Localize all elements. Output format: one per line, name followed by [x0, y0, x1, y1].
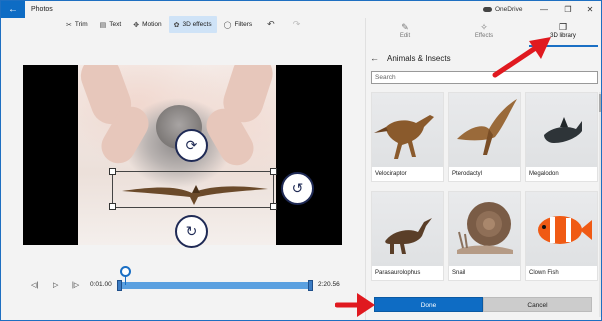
playhead-knob[interactable]	[120, 266, 131, 277]
text-button[interactable]: ▤ Text	[95, 16, 127, 33]
library-item-parasaurolophus[interactable]: Parasaurolophus	[371, 191, 444, 281]
annotation-arrow-3d-library	[492, 37, 551, 78]
annotation-arrow-done	[335, 293, 375, 317]
library-item-snail[interactable]: Snail	[448, 191, 521, 281]
text-label: Text	[109, 21, 122, 28]
pterodactyl-thumbnail	[449, 93, 520, 167]
megalodon-thumbnail	[526, 93, 597, 167]
filters-label: Filters	[234, 21, 253, 28]
library-item-pterodactyl[interactable]: Pterodactyl	[448, 92, 521, 182]
rotate-depth-icon[interactable]: ↻	[175, 215, 208, 248]
effects-panel: ✎ Edit ✧ Effects ❒ 3D library ← Animals & I…	[365, 18, 601, 320]
trim-button[interactable]: ✂ Trim	[61, 16, 93, 33]
play-icon[interactable]: ▷	[53, 281, 58, 289]
3d-effects-icon: ✿	[173, 21, 180, 29]
velociraptor-thumbnail	[372, 93, 443, 167]
parasaurolophus-thumbnail	[372, 192, 443, 266]
motion-icon: ✥	[133, 21, 140, 29]
maximize-button[interactable]: ❐	[557, 1, 579, 18]
item-label: Pterodactyl	[449, 167, 520, 181]
resize-handle-bottom-left[interactable]	[109, 203, 116, 210]
app-title: Photos	[31, 6, 53, 13]
item-label: Velociraptor	[372, 167, 443, 181]
resize-handle-bottom-right[interactable]	[270, 203, 277, 210]
search-input[interactable]: Search	[371, 71, 598, 84]
trim-start-handle[interactable]	[117, 280, 122, 291]
minimize-button[interactable]: —	[533, 1, 555, 18]
model-selection-box[interactable]	[112, 171, 274, 208]
resize-handle-top-left[interactable]	[109, 168, 116, 175]
item-label: Parasaurolophus	[372, 266, 443, 280]
clown-fish-thumbnail	[526, 192, 597, 266]
cloud-icon	[483, 6, 492, 12]
library-item-velociraptor[interactable]: Velociraptor	[371, 92, 444, 182]
library-item-clown-fish[interactable]: Clown Fish	[525, 191, 598, 281]
tab-edit-label: Edit	[399, 33, 411, 39]
close-button[interactable]: ✕	[579, 1, 601, 18]
rotate-horizontal-icon[interactable]: ⟳	[175, 129, 208, 162]
motion-button[interactable]: ✥ Motion	[128, 16, 166, 33]
trim-label: Trim	[74, 21, 88, 28]
step-forward-icon[interactable]: |▷	[72, 281, 79, 289]
filters-button[interactable]: ◯ Filters	[219, 16, 258, 33]
resize-handle-top-right[interactable]	[270, 168, 277, 175]
timeline-track[interactable]	[119, 282, 313, 289]
undo-icon[interactable]: ↶	[259, 16, 283, 33]
category-title: Animals & Insects	[387, 54, 451, 63]
panel-tabs: ✎ Edit ✧ Effects ❒ 3D library	[366, 18, 601, 47]
item-label: Snail	[449, 266, 520, 280]
back-arrow-icon[interactable]: ←	[1, 1, 25, 18]
item-label: Megalodon	[526, 167, 597, 181]
pencil-icon: ✎	[401, 22, 409, 32]
category-back-icon[interactable]: ←	[370, 53, 379, 63]
library-item-megalodon[interactable]: Megalodon	[525, 92, 598, 182]
video-preview[interactable]: ⟳ ↺ ↻	[23, 65, 342, 248]
onedrive-label: OneDrive	[495, 6, 523, 13]
current-time: 0:01.00	[90, 281, 112, 288]
trim-end-handle[interactable]	[308, 280, 313, 291]
motion-label: Motion	[142, 21, 162, 28]
cancel-button[interactable]: Cancel	[483, 297, 592, 312]
edit-toolbar: ✂ Trim ▤ Text ✥ Motion ✿ 3D effects ◯ Filters…	[61, 15, 308, 34]
item-label: Clown Fish	[526, 266, 597, 280]
video-frame-kitten	[78, 65, 276, 245]
redo-icon[interactable]: ↷	[285, 16, 309, 33]
end-time: 2:20.56	[318, 281, 340, 288]
text-icon: ▤	[99, 21, 107, 29]
photos-app-window: ← Photos OneDrive — ❐ ✕ ✂ Trim ▤ Text ✥ Mot…	[0, 0, 602, 321]
snail-thumbnail	[449, 192, 520, 266]
done-button[interactable]: Done	[374, 297, 483, 312]
tab-edit[interactable]: ✎ Edit	[366, 18, 444, 46]
3d-effects-button[interactable]: ✿ 3D effects	[168, 16, 217, 33]
rotate-vertical-icon[interactable]: ↺	[281, 172, 314, 205]
3d-effects-label: 3D effects	[182, 21, 212, 28]
filters-icon: ◯	[223, 21, 232, 29]
step-back-icon[interactable]: ◁|	[31, 281, 38, 289]
onedrive-status[interactable]: OneDrive	[483, 1, 522, 18]
trim-icon: ✂	[66, 21, 72, 29]
